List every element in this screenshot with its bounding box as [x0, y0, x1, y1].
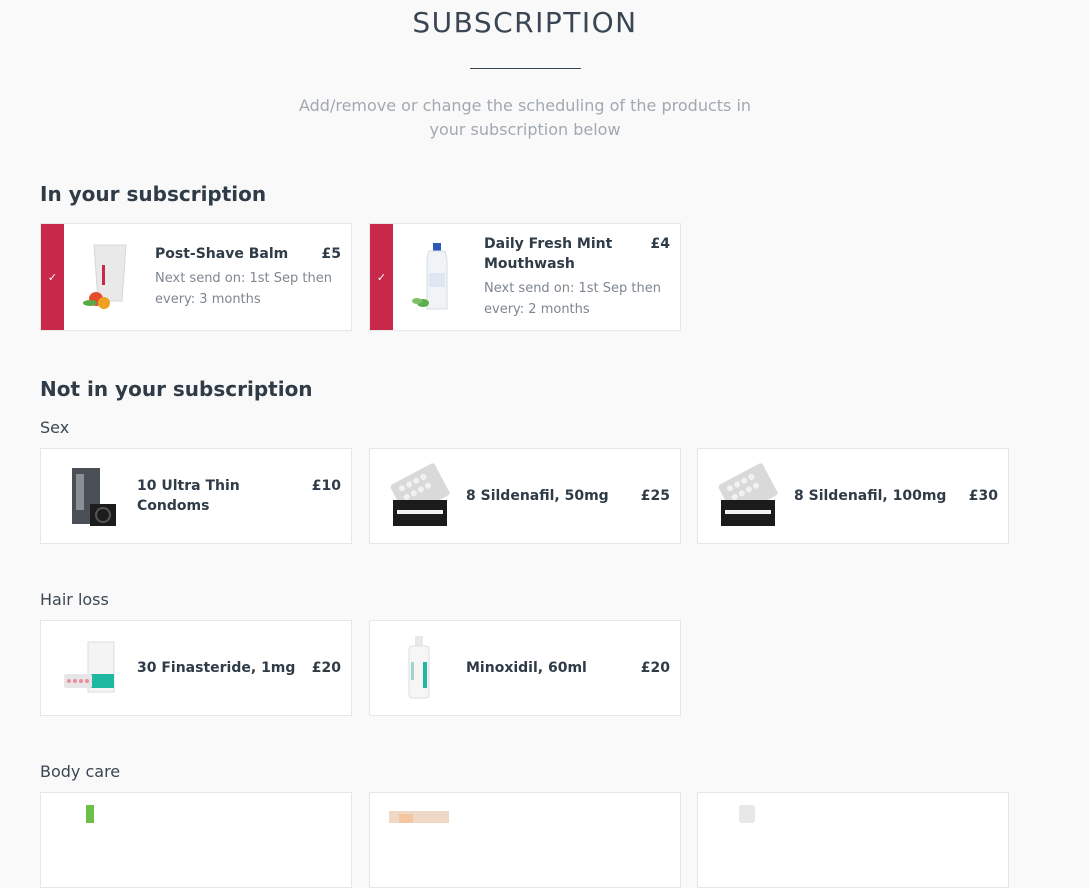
subscribed-toggle[interactable]: ✓ — [41, 224, 64, 330]
check-icon: ✓ — [47, 270, 58, 284]
sildenafil-100-image — [715, 460, 779, 532]
product-name: 10 Ultra Thin Condoms — [137, 478, 240, 514]
product-price: £20 — [640, 660, 670, 676]
product-name: Minoxidil, 60ml — [466, 660, 587, 676]
subscription-card-mouthwash[interactable]: ✓ Daily Fresh Mint Mouthwash £4 Next sen… — [369, 223, 681, 331]
condoms-image — [58, 460, 122, 532]
product-name: 8 Sildenafil, 50mg — [466, 488, 609, 504]
product-card-finasteride[interactable]: 30 Finasteride, 1mg £20 — [40, 620, 352, 716]
post-shave-balm-image — [76, 241, 140, 313]
product-price: £25 — [640, 488, 670, 504]
sildenafil-50-image — [387, 460, 451, 532]
subscribed-toggle[interactable]: ✓ — [370, 224, 393, 330]
product-card-body-care-3[interactable] — [697, 792, 1009, 888]
product-price: £4 — [650, 236, 670, 252]
page-subtitle: Add/remove or change the scheduling of t… — [298, 96, 752, 139]
body-care-product-3-image — [715, 805, 779, 823]
product-card-body-care-2[interactable] — [369, 792, 681, 888]
check-icon: ✓ — [376, 270, 387, 284]
product-price: £5 — [321, 246, 341, 262]
product-card-sildenafil-50[interactable]: 8 Sildenafil, 50mg £25 — [369, 448, 681, 544]
not-in-subscription-heading: Not in your subscription — [40, 377, 313, 401]
category-body-care: Body care — [40, 762, 121, 781]
product-name: 8 Sildenafil, 100mg — [794, 488, 947, 504]
page-title: SUBSCRIPTION — [412, 6, 638, 39]
minoxidil-image — [387, 632, 451, 704]
product-card-body-care-1[interactable] — [40, 792, 352, 888]
in-subscription-heading: In your subscription — [40, 182, 267, 206]
title-divider — [470, 68, 581, 69]
product-name: Daily Fresh Mint Mouthwash — [484, 236, 613, 272]
product-name: Post-Shave Balm — [155, 246, 289, 262]
category-sex: Sex — [40, 418, 70, 437]
category-hair-loss: Hair loss — [40, 590, 109, 609]
product-card-minoxidil[interactable]: Minoxidil, 60ml £20 — [369, 620, 681, 716]
product-card-sildenafil-100[interactable]: 8 Sildenafil, 100mg £30 — [697, 448, 1009, 544]
product-card-condoms[interactable]: 10 Ultra Thin Condoms £10 — [40, 448, 352, 544]
subscription-card-post-shave-balm[interactable]: ✓ Post-Shave Balm £5 Next send on: 1st S… — [40, 223, 352, 331]
body-care-product-1-image — [58, 805, 122, 823]
product-price: £30 — [968, 488, 998, 504]
finasteride-image — [58, 632, 122, 704]
schedule-text: Next send on: 1st Sep then every: 2 mont… — [484, 281, 661, 317]
product-price: £10 — [311, 478, 341, 494]
body-care-product-2-image — [387, 811, 451, 823]
schedule-text: Next send on: 1st Sep then every: 3 mont… — [155, 271, 332, 307]
product-name: 30 Finasteride, 1mg — [137, 660, 296, 676]
mouthwash-image — [405, 241, 469, 313]
product-price: £20 — [311, 660, 341, 676]
